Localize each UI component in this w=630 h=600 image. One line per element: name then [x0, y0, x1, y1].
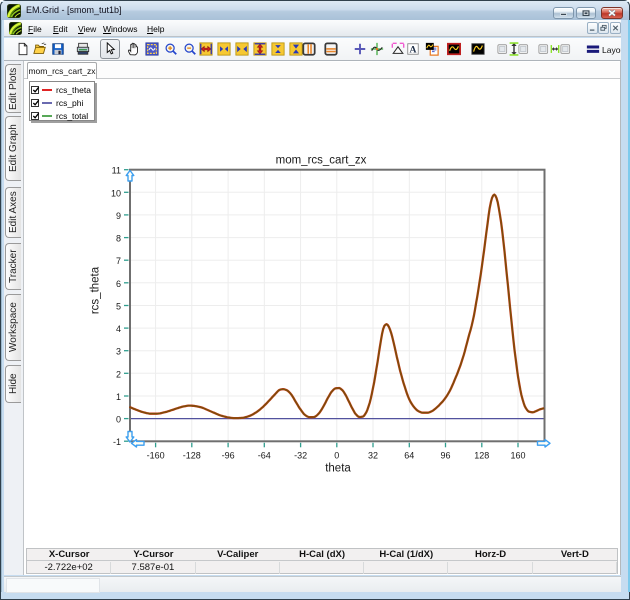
- svg-text:0: 0: [116, 415, 121, 425]
- svg-text:32: 32: [368, 450, 378, 460]
- svg-text:mom_rcs_cart_zx: mom_rcs_cart_zx: [276, 155, 367, 167]
- svg-text:rcs_theta: rcs_theta: [90, 266, 102, 314]
- svg-text:64: 64: [404, 450, 414, 460]
- svg-text:4: 4: [116, 324, 121, 334]
- svg-text:11: 11: [112, 166, 121, 176]
- svg-text:9: 9: [116, 211, 121, 221]
- svg-text:6: 6: [116, 279, 121, 289]
- svg-text:-64: -64: [258, 450, 271, 460]
- svg-text:theta: theta: [325, 463, 351, 475]
- svg-text:-160: -160: [147, 450, 165, 460]
- svg-text:5: 5: [116, 302, 121, 312]
- svg-text:128: 128: [474, 450, 489, 460]
- svg-text:7: 7: [116, 256, 121, 266]
- svg-text:A: A: [410, 45, 417, 56]
- svg-text:8: 8: [116, 234, 121, 244]
- svg-text:-1: -1: [113, 437, 121, 447]
- svg-text:1: 1: [116, 392, 121, 402]
- svg-text:-128: -128: [183, 450, 201, 460]
- svg-text:2: 2: [116, 369, 121, 379]
- svg-text:3: 3: [116, 347, 121, 357]
- svg-text:-96: -96: [222, 450, 235, 460]
- svg-text:0: 0: [334, 450, 339, 460]
- svg-text:-32: -32: [294, 450, 307, 460]
- svg-text:160: 160: [510, 450, 525, 460]
- svg-text:10: 10: [111, 188, 121, 198]
- svg-text:96: 96: [440, 450, 450, 460]
